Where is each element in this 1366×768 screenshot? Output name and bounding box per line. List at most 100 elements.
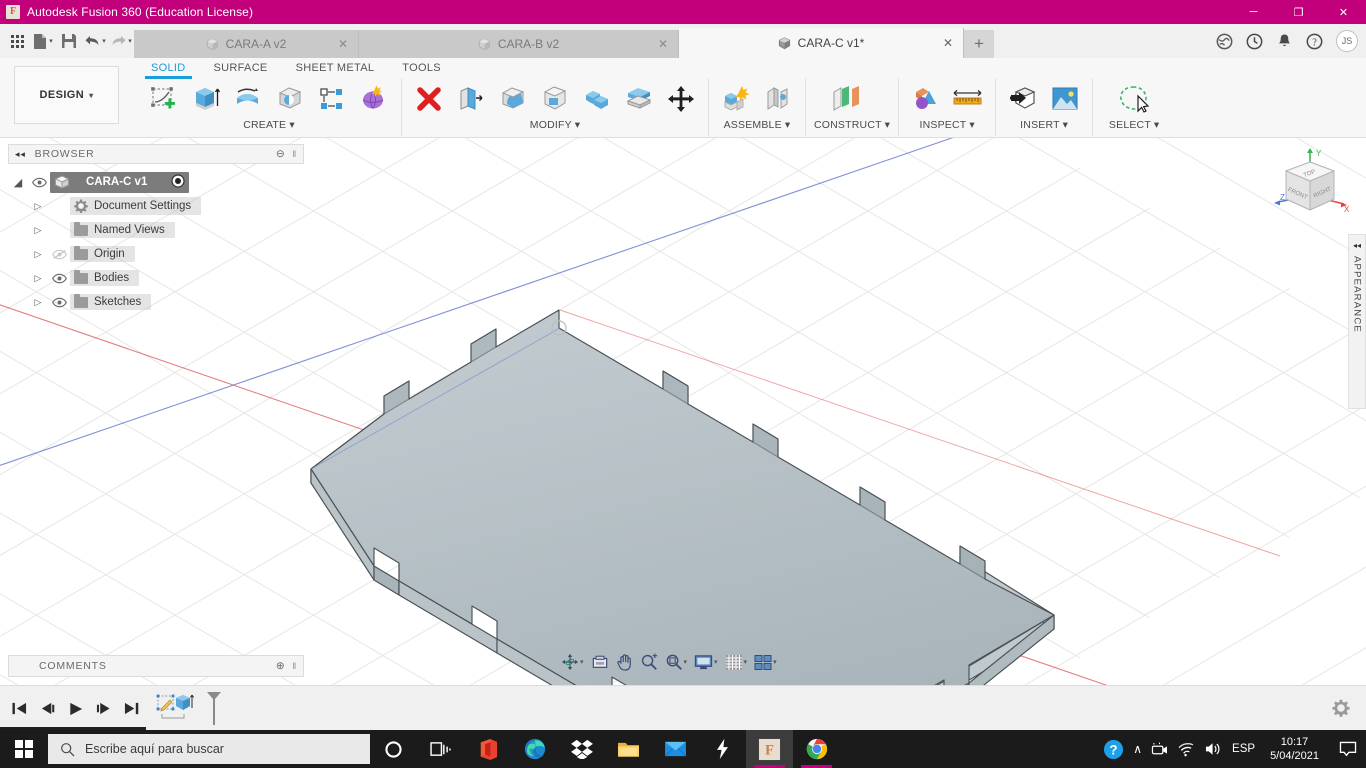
- edge-icon[interactable]: [511, 730, 558, 768]
- camera-icon[interactable]: [1151, 742, 1168, 757]
- chevron-down-icon[interactable]: ▾: [885, 119, 890, 131]
- tree-row-document-settings[interactable]: ▷ Document Settings: [8, 194, 304, 218]
- app-grid-icon[interactable]: [4, 27, 30, 55]
- document-tab-cara-b[interactable]: CARA-B v2 ✕: [359, 30, 679, 58]
- pattern-icon[interactable]: [313, 80, 351, 118]
- ribbon-group-label[interactable]: SELECT: [1109, 119, 1151, 131]
- fusion360-icon[interactable]: F: [746, 730, 793, 768]
- maximize-button[interactable]: ❐: [1276, 0, 1321, 24]
- ribbon-group-label[interactable]: ASSEMBLE: [724, 119, 782, 131]
- timeline-marker[interactable]: [206, 691, 221, 726]
- wifi-icon[interactable]: [1177, 742, 1195, 757]
- task-view-icon[interactable]: [417, 730, 464, 768]
- chevron-down-icon[interactable]: ▾: [575, 119, 580, 131]
- ribbon-group-label[interactable]: CREATE: [243, 119, 286, 131]
- tab-surface[interactable]: SURFACE: [200, 59, 282, 77]
- document-tab-cara-c[interactable]: CARA-C v1* ✕: [679, 28, 964, 58]
- ribbon-group-label[interactable]: INSERT: [1020, 119, 1059, 131]
- new-document-icon[interactable]: ▾: [30, 27, 56, 55]
- grid-snaps-icon[interactable]: ▾: [722, 651, 751, 673]
- tree-row-named-views[interactable]: ▷ Named Views: [8, 218, 304, 242]
- step-back-button[interactable]: [34, 694, 60, 724]
- tab-sheet-metal[interactable]: SHEET METAL: [282, 59, 389, 77]
- fillet-icon[interactable]: [494, 80, 532, 118]
- tree-row-sketches[interactable]: ▷ Sketches: [8, 290, 304, 314]
- appearance-collapse-icon[interactable]: ◂◂: [1353, 241, 1361, 250]
- chevron-down-icon[interactable]: ▾: [714, 658, 718, 666]
- press-pull-delete-icon[interactable]: [410, 80, 448, 118]
- taskbar-clock[interactable]: 10:17 5/04/2021: [1264, 735, 1325, 763]
- expand-arrow-icon[interactable]: ▷: [28, 273, 48, 284]
- tree-row-bodies[interactable]: ▷ Bodies: [8, 266, 304, 290]
- tree-node-document-settings[interactable]: Document Settings: [70, 197, 202, 215]
- create-sketch-icon[interactable]: [145, 80, 183, 118]
- job-status-icon[interactable]: [1240, 27, 1268, 55]
- combine-icon[interactable]: [578, 80, 616, 118]
- expand-arrow-icon[interactable]: ◢: [8, 176, 28, 189]
- notification-icon[interactable]: [1334, 730, 1362, 768]
- workspace-switcher-button[interactable]: DESIGN ▾: [14, 66, 119, 124]
- document-tab-close-icon[interactable]: ✕: [338, 37, 348, 51]
- play-button[interactable]: [62, 694, 88, 724]
- chevron-down-icon[interactable]: ▾: [289, 119, 294, 131]
- orbit-icon[interactable]: ▾: [558, 651, 587, 673]
- timeline-settings-gear-icon[interactable]: [1332, 699, 1350, 722]
- browser-minimize-icon[interactable]: ⊖: [276, 148, 286, 160]
- shell-icon[interactable]: [536, 80, 574, 118]
- taskbar-search-input[interactable]: Escribe aquí para buscar: [48, 734, 370, 764]
- language-indicator[interactable]: ESP: [1232, 743, 1255, 755]
- ribbon-group-label[interactable]: MODIFY: [530, 119, 572, 131]
- visibility-eye-icon[interactable]: [48, 273, 70, 284]
- offset-face-icon[interactable]: [620, 80, 658, 118]
- expand-arrow-icon[interactable]: ▷: [28, 249, 48, 260]
- chevron-down-icon[interactable]: ▾: [1154, 119, 1159, 131]
- close-button[interactable]: ✕: [1321, 0, 1366, 24]
- chevron-down-icon[interactable]: ▾: [785, 119, 790, 131]
- browser-collapse-icon[interactable]: ◂◂: [15, 149, 26, 160]
- chevron-down-icon[interactable]: ▾: [684, 658, 688, 666]
- activate-component-radio[interactable]: [171, 173, 185, 191]
- timeline-feature-sketch-extrude[interactable]: [156, 692, 202, 726]
- undo-icon[interactable]: ▾: [82, 27, 108, 55]
- tab-tools[interactable]: TOOLS: [388, 59, 455, 77]
- go-to-end-button[interactable]: [118, 694, 144, 724]
- joint-icon[interactable]: [759, 80, 797, 118]
- document-tab-close-icon[interactable]: ✕: [943, 36, 953, 50]
- tree-row-root[interactable]: ◢ CARA-C v1: [8, 170, 304, 194]
- file-explorer-icon[interactable]: [605, 730, 652, 768]
- browser-header[interactable]: ◂◂ BROWSER ⊖ ‖: [8, 144, 304, 164]
- press-pull-icon[interactable]: [452, 80, 490, 118]
- tree-node-bodies[interactable]: Bodies: [70, 269, 140, 286]
- save-icon[interactable]: [56, 27, 82, 55]
- zoom-icon[interactable]: [637, 651, 661, 673]
- visibility-eye-icon[interactable]: [28, 177, 50, 188]
- volume-icon[interactable]: [1204, 741, 1223, 757]
- tree-node-cara-c[interactable]: CARA-C v1: [50, 171, 190, 193]
- display-settings-icon[interactable]: ▾: [691, 651, 721, 673]
- document-tab-cara-a[interactable]: CARA-A v2 ✕: [134, 30, 359, 58]
- select-lasso-icon[interactable]: [1115, 80, 1153, 118]
- insert-image-icon[interactable]: [1046, 80, 1084, 118]
- user-avatar[interactable]: JS: [1336, 30, 1358, 52]
- visibility-eye-off-icon[interactable]: [48, 249, 70, 260]
- comments-panel[interactable]: COMMENTS ⊕ ‖: [8, 655, 304, 677]
- sweep-icon[interactable]: [271, 80, 309, 118]
- windows-start-icon[interactable]: [0, 730, 48, 768]
- extrude-icon[interactable]: [187, 80, 225, 118]
- visibility-eye-icon[interactable]: [48, 297, 70, 308]
- minimize-button[interactable]: ─: [1231, 0, 1276, 24]
- cortana-icon[interactable]: [370, 730, 417, 768]
- help-icon[interactable]: ?: [1300, 27, 1328, 55]
- chevron-down-icon[interactable]: ▾: [969, 119, 974, 131]
- 3d-viewport[interactable]: ◂◂ BROWSER ⊖ ‖ ◢ CARA-C v1 ▷ Document Se…: [0, 138, 1366, 685]
- chrome-icon[interactable]: [793, 730, 840, 768]
- form-icon[interactable]: [355, 80, 393, 118]
- tree-row-origin[interactable]: ▷ Origin: [8, 242, 304, 266]
- measure-icon[interactable]: [949, 80, 987, 118]
- offset-plane-icon[interactable]: [828, 80, 866, 118]
- ribbon-group-label[interactable]: INSPECT: [919, 119, 966, 131]
- lightning-icon[interactable]: [699, 730, 746, 768]
- chevron-down-icon[interactable]: ▾: [773, 658, 777, 666]
- comments-add-icon[interactable]: ⊕: [276, 660, 286, 672]
- question-circle-icon[interactable]: ?: [1103, 739, 1124, 760]
